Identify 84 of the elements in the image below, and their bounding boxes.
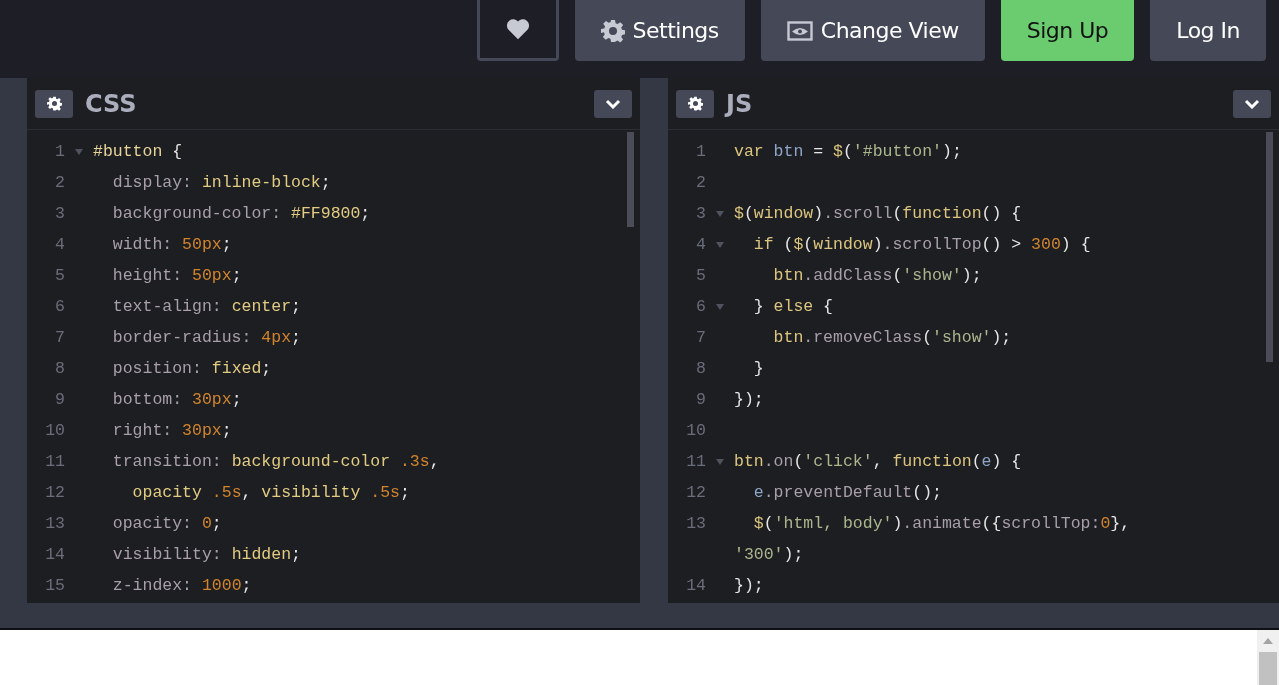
line-number: 13 <box>685 514 706 533</box>
line-number: 2 <box>695 173 706 192</box>
line-number: 5 <box>695 266 706 285</box>
settings-button[interactable] <box>35 89 73 118</box>
line-number: 5 <box>54 266 65 285</box>
code-line: border-radius: 4px; <box>111 328 301 347</box>
code-line: opacity .5s, visibility .5s; <box>131 483 410 502</box>
panel-title: JS <box>726 89 754 118</box>
line-number: 7 <box>54 328 65 347</box>
line-number: 8 <box>695 359 706 378</box>
log-in-button[interactable]: Log In <box>1150 0 1266 61</box>
code-line: text-align: center; <box>111 297 301 316</box>
code-line: display: inline-block; <box>111 173 331 192</box>
collapse-button[interactable] <box>594 89 632 118</box>
line-number: 3 <box>54 204 65 223</box>
code-line: } else { <box>752 297 834 316</box>
code-line: height: 50px; <box>111 266 242 285</box>
change-view-button[interactable]: Change View <box>760 0 985 61</box>
collapse-button[interactable] <box>1233 89 1271 118</box>
code-line: right: 30px; <box>111 421 232 440</box>
line-number: 1 <box>54 142 65 161</box>
chevron-down-icon <box>1244 98 1260 109</box>
line-number: 1 <box>695 142 706 161</box>
code-line: var btn = $('#button'); <box>734 142 962 161</box>
line-number: 6 <box>54 297 65 316</box>
fold-triangle-icon[interactable] <box>716 458 724 465</box>
fold-triangle-icon[interactable] <box>75 148 83 155</box>
code-line: position: fixed; <box>111 359 272 378</box>
code-line: transition: background-color .3s, <box>111 452 440 471</box>
line-number: 14 <box>685 576 706 595</box>
code-line: }); <box>734 576 764 595</box>
line-number: 10 <box>685 421 706 440</box>
line-number: 8 <box>54 359 65 378</box>
code-line: btn.addClass('show'); <box>772 266 982 285</box>
line-number: 12 <box>44 483 65 502</box>
scroll-up-arrow-icon[interactable] <box>1263 638 1273 644</box>
code-line: $('html, body').animate({scrollTop:0}, <box>752 514 1131 533</box>
fold-triangle-icon[interactable] <box>716 210 724 217</box>
scrollbar-thumb[interactable] <box>627 132 634 227</box>
code-line: opacity: 0; <box>111 514 222 533</box>
line-number: 2 <box>54 173 65 192</box>
panel-title: CSS <box>85 89 138 118</box>
code-line: e.preventDefault(); <box>752 483 942 502</box>
code-line: width: 50px; <box>111 235 232 254</box>
scrollbar-thumb[interactable] <box>1266 132 1273 362</box>
chevron-down-icon <box>605 98 621 109</box>
line-number: 7 <box>695 328 706 347</box>
settings-button[interactable]: Settings <box>574 0 745 61</box>
line-number: 15 <box>44 576 65 595</box>
sign-up-button[interactable]: Sign Up <box>1000 0 1135 61</box>
love-button[interactable] <box>476 0 559 61</box>
code-line: btn.on('click', function(e) { <box>734 452 1022 471</box>
line-number: 9 <box>695 390 706 409</box>
code-line: $(window).scroll(function() { <box>734 204 1022 223</box>
settings-icon <box>600 18 625 43</box>
fold-triangle-icon[interactable] <box>716 303 724 310</box>
line-number: 11 <box>44 452 65 471</box>
code-line: #button { <box>93 142 183 161</box>
code-line: } <box>752 359 764 378</box>
code-line: }); <box>734 390 764 409</box>
line-number: 12 <box>685 483 706 502</box>
fold-triangle-icon[interactable] <box>716 241 724 248</box>
line-number: 3 <box>695 204 706 223</box>
line-number: 14 <box>44 545 65 564</box>
code-line: bottom: 30px; <box>111 390 242 409</box>
line-number: 10 <box>44 421 65 440</box>
line-number: 9 <box>54 390 65 409</box>
line-number: 4 <box>54 235 65 254</box>
eye-window-icon <box>786 20 813 41</box>
line-number: 6 <box>695 297 706 316</box>
line-number: 11 <box>685 452 706 471</box>
code-line: background-color: #FF9800; <box>111 204 371 223</box>
code-line: btn.removeClass('show'); <box>772 328 1012 347</box>
line-number: 4 <box>695 235 706 254</box>
code-line: visibility: hidden; <box>111 545 301 564</box>
settings-button[interactable] <box>676 89 714 118</box>
code-line: if ($(window).scrollTop() > 300) { <box>752 235 1091 254</box>
heart-icon <box>505 17 530 41</box>
scrollbar[interactable] <box>1257 630 1279 685</box>
settings-icon <box>687 96 703 111</box>
code-line: '300'); <box>734 545 804 564</box>
line-number: 13 <box>44 514 65 533</box>
settings-icon <box>46 96 62 111</box>
code-line: z-index: 1000; <box>111 576 252 595</box>
